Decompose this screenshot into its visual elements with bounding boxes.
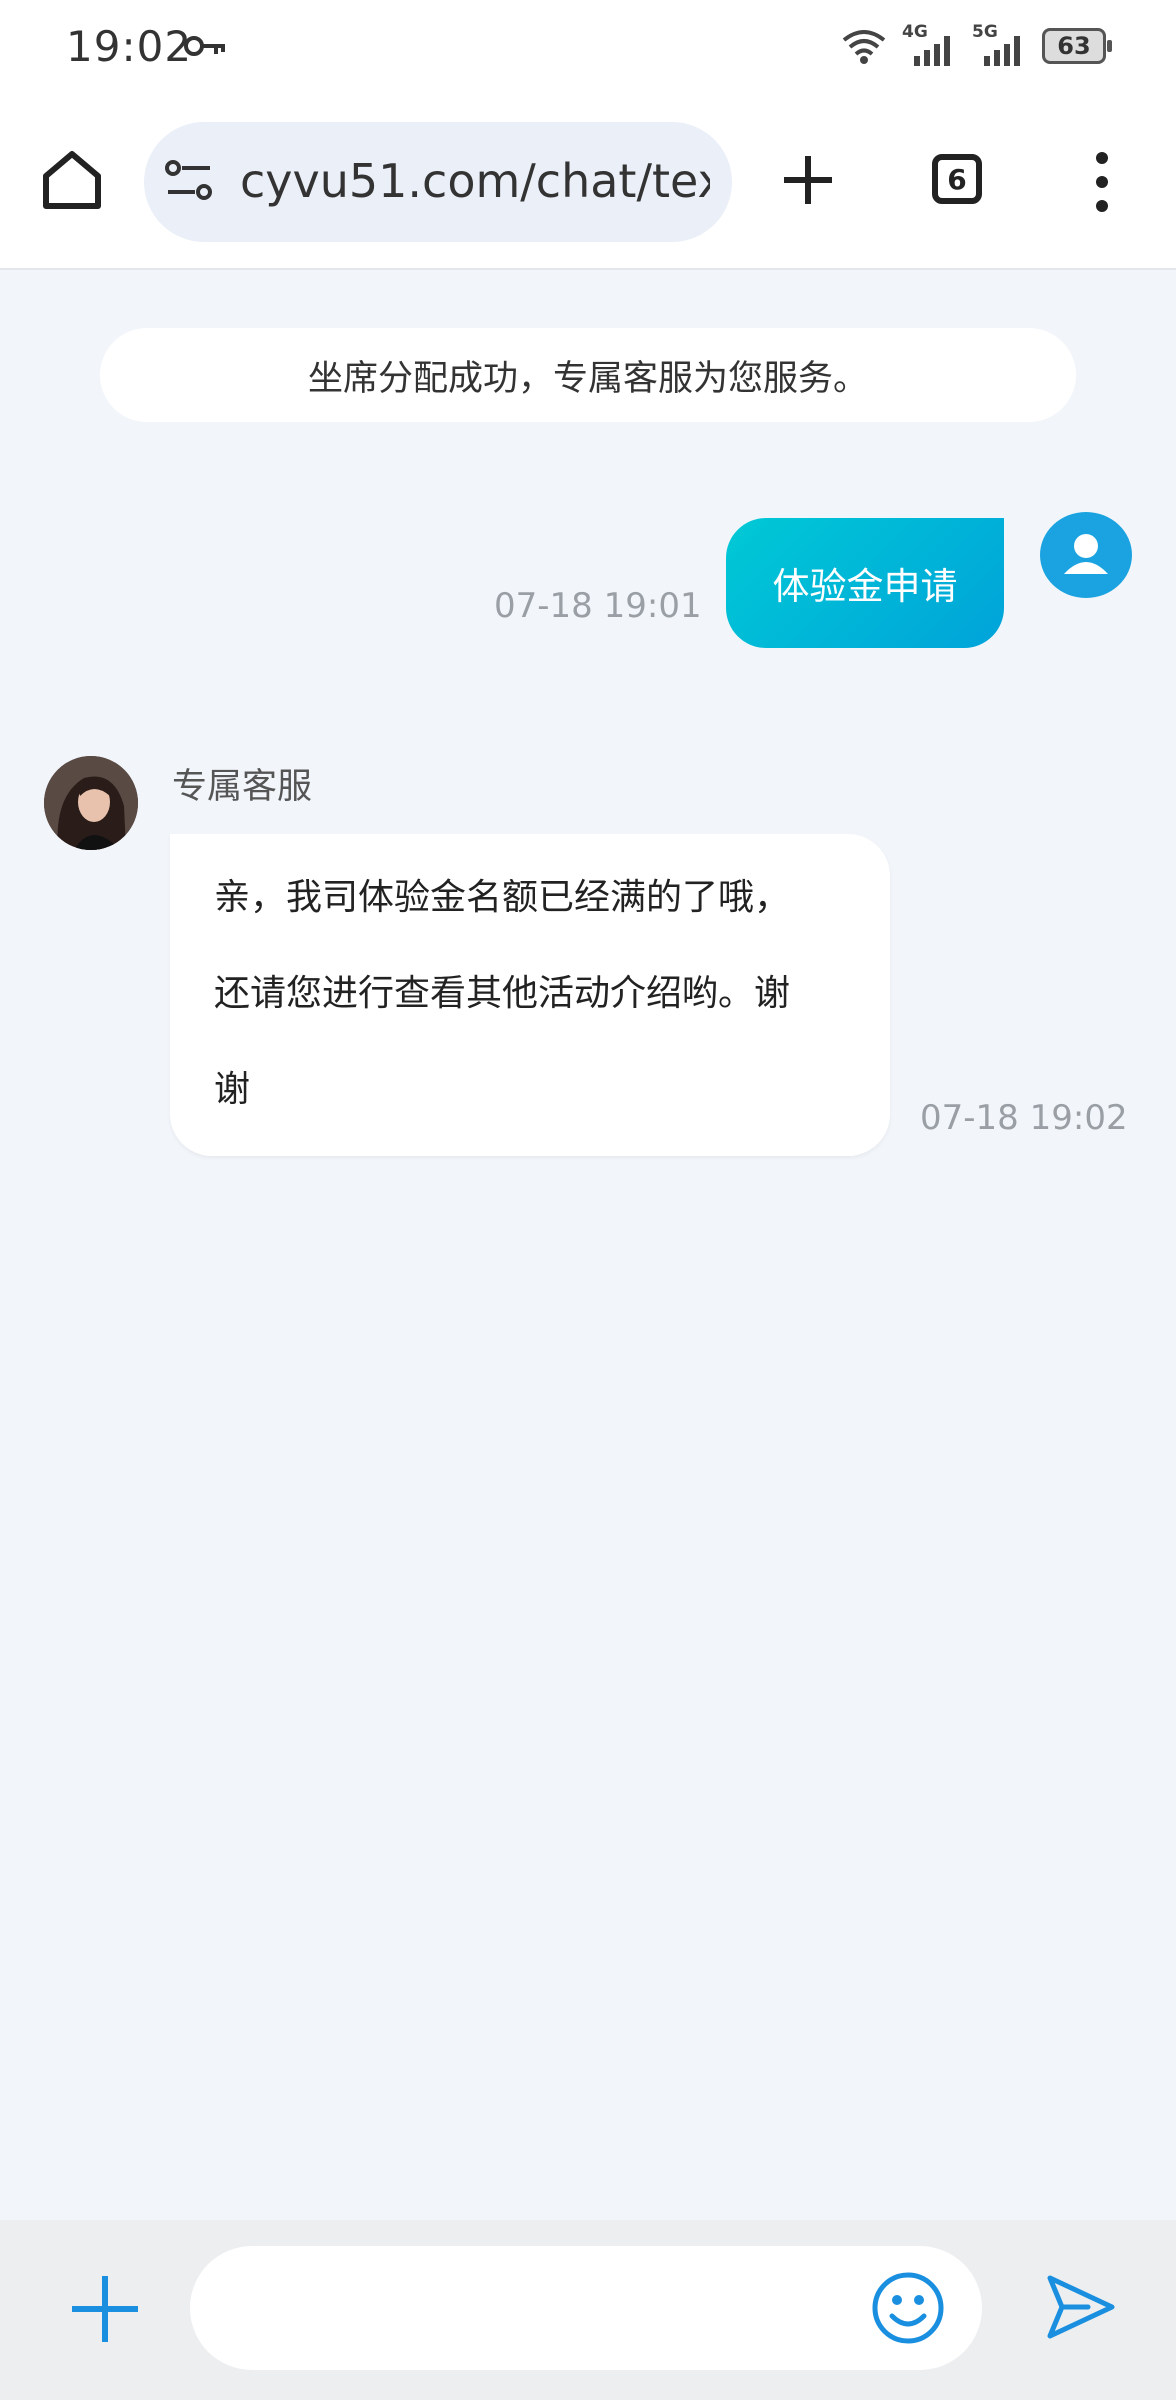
url-text[interactable]: cyvu51.com/chat/text (240, 154, 710, 208)
tab-count: 6 (947, 162, 967, 196)
incoming-message-line: 还请您进行查看其他活动介绍哟。谢 (214, 973, 791, 1014)
outgoing-message-bubble: 体验金申请 (726, 518, 1004, 648)
battery-icon: 63 (1042, 28, 1112, 64)
send-icon[interactable] (1044, 2272, 1118, 2342)
wifi-icon (842, 30, 886, 64)
home-icon[interactable] (38, 146, 106, 214)
message-input-bar (0, 2220, 1176, 2400)
more-menu-icon[interactable] (1088, 152, 1118, 212)
signal-icon-2: 5G (972, 22, 1028, 66)
address-bar[interactable]: cyvu51.com/chat/text (144, 122, 732, 242)
status-bar: 19:02 4G 5G 63 (0, 0, 1176, 100)
signal-icon-1: 4G (902, 22, 958, 66)
user-icon (1064, 534, 1108, 574)
new-tab-icon[interactable] (778, 150, 838, 210)
agent-name: 专属客服 (172, 767, 313, 807)
vpn-key-icon (184, 36, 225, 56)
status-icons: 4G 5G 63 (840, 22, 1112, 66)
outgoing-message-time: 07-18 19:01 (494, 586, 702, 626)
incoming-message-time: 07-18 19:02 (920, 1098, 1128, 1138)
user-avatar[interactable] (1040, 512, 1132, 598)
message-input[interactable] (190, 2246, 982, 2370)
battery-level: 63 (1057, 32, 1091, 60)
outgoing-message-text: 体验金申请 (772, 565, 958, 608)
site-settings-icon[interactable] (164, 158, 214, 204)
incoming-message-line: 谢 (214, 1069, 251, 1110)
add-icon[interactable] (68, 2272, 142, 2346)
status-time: 19:02 (66, 22, 193, 71)
incoming-message-line: 亲，我司体验金名额已经满的了哦， (214, 877, 791, 918)
system-notice: 坐席分配成功，专属客服为您服务。 (100, 328, 1076, 422)
emoji-icon[interactable] (870, 2270, 946, 2346)
incoming-message-bubble: 亲，我司体验金名额已经满的了哦， 还请您进行查看其他活动介绍哟。谢 谢 (170, 834, 890, 1156)
agent-avatar[interactable] (44, 756, 138, 850)
agent-photo (44, 756, 138, 850)
tab-switcher-icon[interactable]: 6 (932, 154, 982, 204)
browser-toolbar: cyvu51.com/chat/text 6 (0, 100, 1176, 270)
